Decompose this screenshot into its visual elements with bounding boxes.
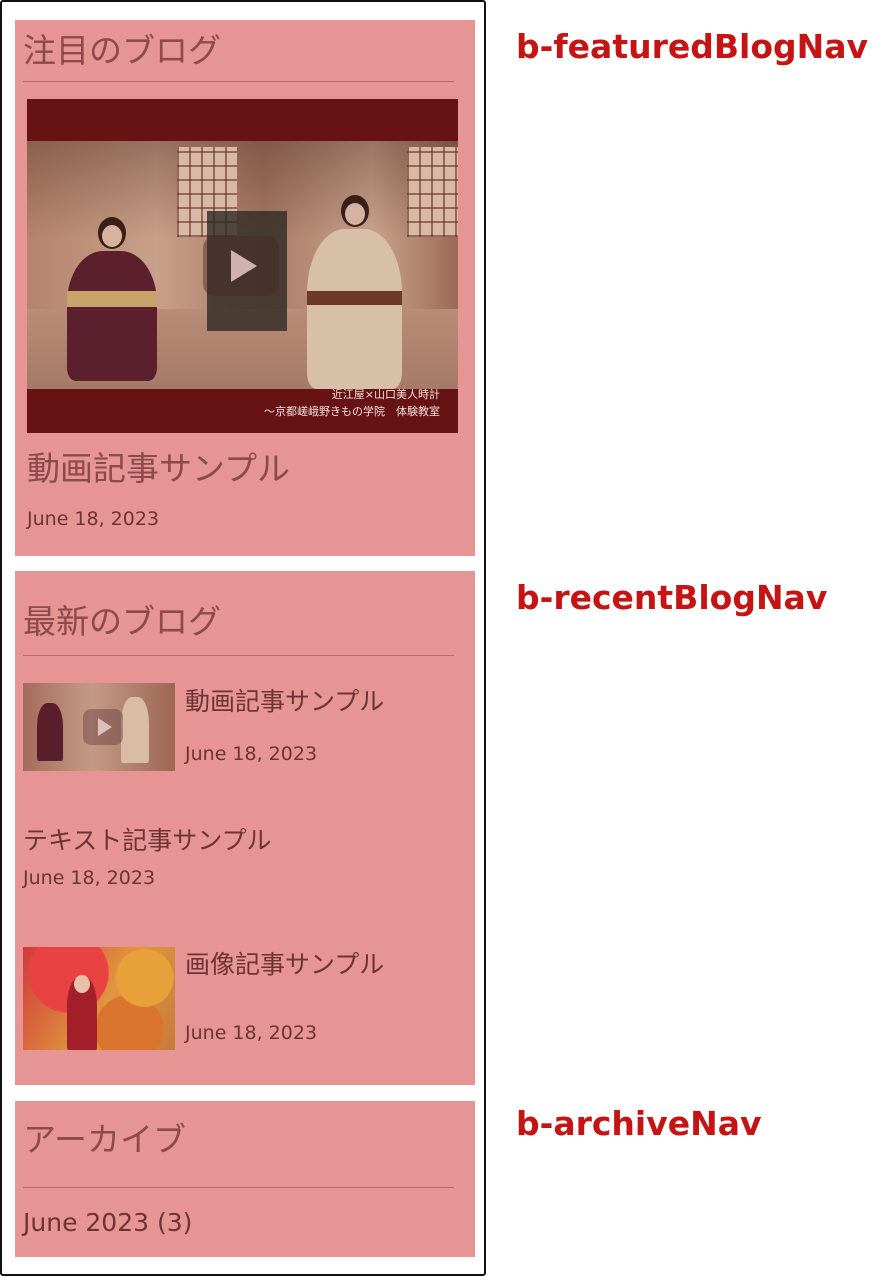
archive-nav: アーカイブ June 2023 (3) xyxy=(15,1101,475,1257)
archive-link-june-2023[interactable]: June 2023 (3) xyxy=(23,1210,192,1235)
video-obi-decoration xyxy=(307,291,402,305)
recent-item-title[interactable]: 画像記事サンプル xyxy=(185,952,384,977)
thumb-person-left xyxy=(37,703,63,761)
video-person-right xyxy=(307,195,402,389)
thumb-figure-face xyxy=(74,975,90,993)
play-icon[interactable] xyxy=(203,236,279,296)
annotation-featured: b-featuredBlogNav xyxy=(516,27,869,66)
archive-divider xyxy=(23,1187,454,1188)
recent-item-thumbnail-image[interactable] xyxy=(23,947,175,1050)
recent-blog-divider xyxy=(23,655,454,656)
recent-item-title[interactable]: 動画記事サンプル xyxy=(185,689,384,714)
thumb-person-right xyxy=(121,697,149,763)
featured-post-date: June 18, 2023 xyxy=(27,508,160,530)
recent-item-thumbnail-video[interactable] xyxy=(23,683,175,771)
video-caption: 近江屋×山口美人時計 ～京都嵯峨野きもの学院 体験教室 xyxy=(230,386,440,420)
video-window-decoration xyxy=(407,147,458,237)
video-caption-line2: ～京都嵯峨野きもの学院 体験教室 xyxy=(264,405,440,418)
recent-item-date: June 18, 2023 xyxy=(23,867,156,889)
annotation-recent: b-recentBlogNav xyxy=(516,578,828,617)
video-caption-line1: 近江屋×山口美人時計 xyxy=(331,388,440,401)
featured-blog-title: 注目のブログ xyxy=(23,31,221,70)
archive-title: アーカイブ xyxy=(23,1120,187,1159)
featured-post-title[interactable]: 動画記事サンプル xyxy=(27,452,290,485)
featured-blog-divider xyxy=(23,81,454,82)
featured-video-player[interactable]: 近江屋×山口美人時計 ～京都嵯峨野きもの学院 体験教室 xyxy=(27,99,458,433)
recent-item-date: June 18, 2023 xyxy=(185,743,318,765)
video-person-left xyxy=(67,217,157,381)
annotation-archive: b-archiveNav xyxy=(516,1104,762,1143)
sidebar-frame: 注目のブログ 近江屋×山口美人時計 ～京都嵯峨野きもの学院 体験教室 動画記事サ… xyxy=(0,0,486,1276)
recent-blog-title: 最新のブログ xyxy=(23,602,221,641)
play-icon xyxy=(83,709,123,745)
featured-blog-nav: 注目のブログ 近江屋×山口美人時計 ～京都嵯峨野きもの学院 体験教室 動画記事サ… xyxy=(15,20,475,556)
video-obi-decoration xyxy=(67,291,157,307)
recent-blog-nav: 最新のブログ 動画記事サンプル June 18, 2023 テキスト記事サンプル… xyxy=(15,571,475,1085)
recent-item-date: June 18, 2023 xyxy=(185,1022,318,1044)
recent-item-title[interactable]: テキスト記事サンプル xyxy=(23,828,272,853)
